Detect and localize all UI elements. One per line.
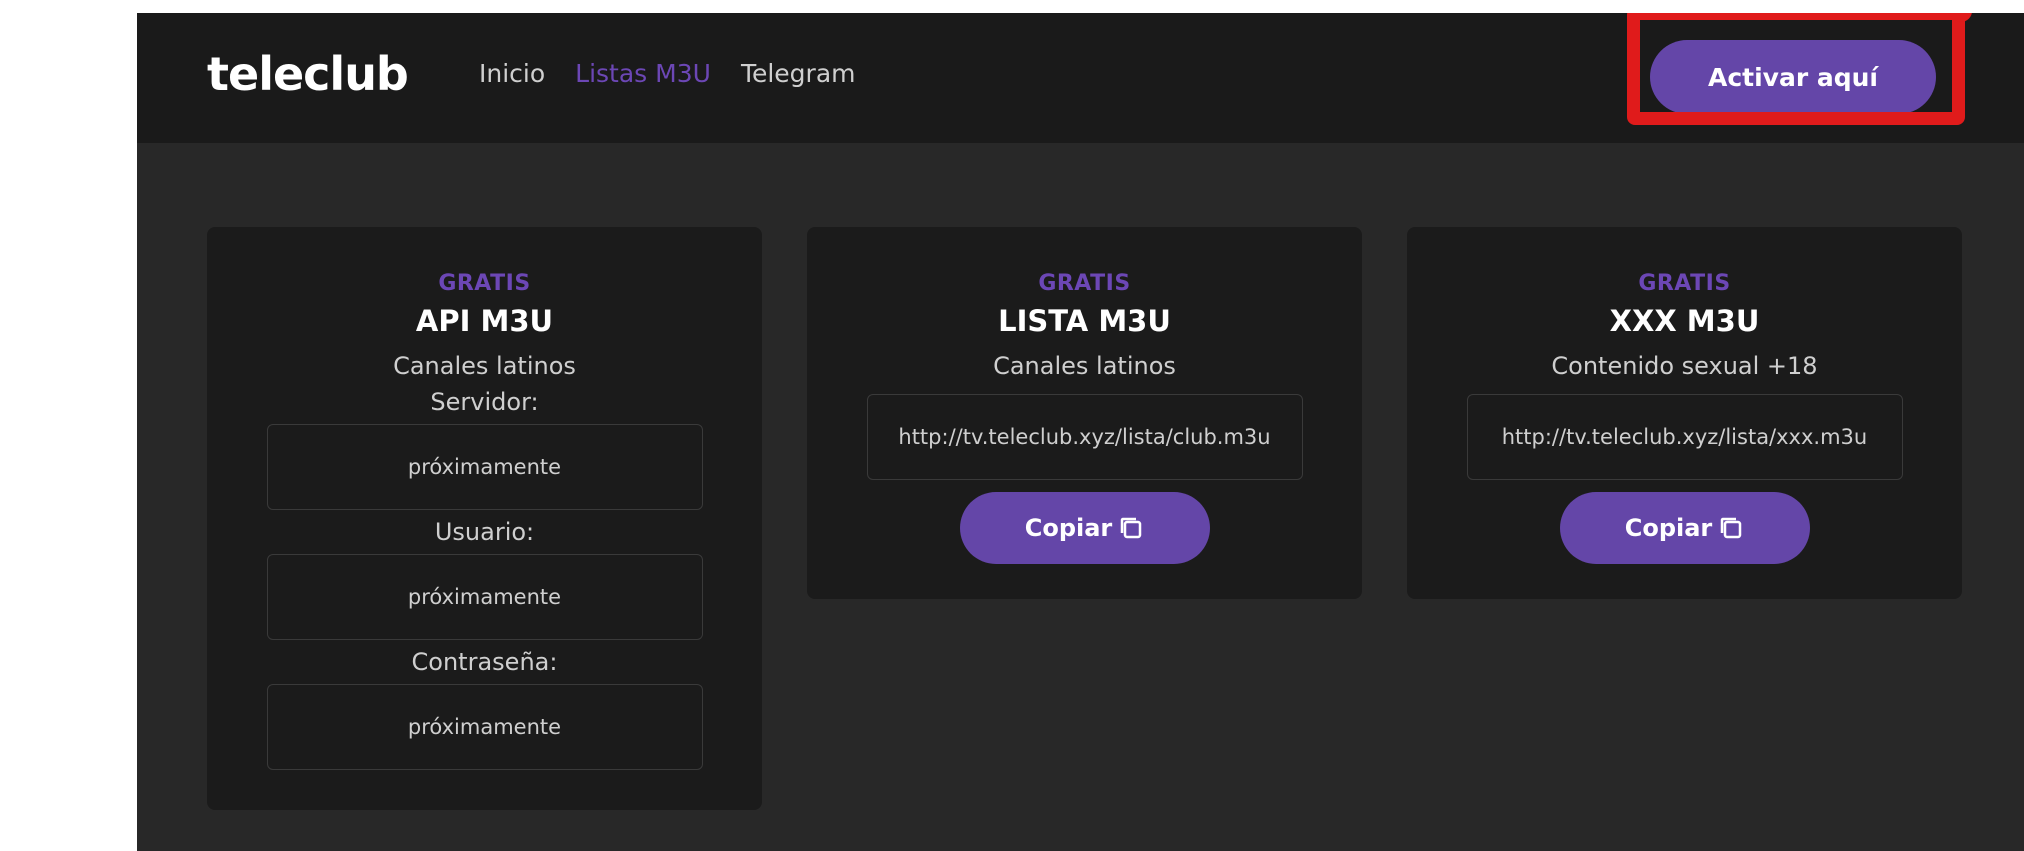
nav-link-listas-m3u[interactable]: Listas M3U [575, 59, 711, 88]
card-xxx-m3u: GRATIS XXX M3U Contenido sexual +18 http… [1407, 227, 1962, 599]
site-header: teleclub Inicio Listas M3U Telegram Acti… [137, 13, 2024, 143]
password-field[interactable]: próximamente [266, 684, 703, 770]
site-logo[interactable]: teleclub [207, 47, 409, 101]
activate-button[interactable]: Activar aquí [1650, 40, 1936, 114]
nav-link-telegram[interactable]: Telegram [741, 59, 856, 88]
copy-button-label: Copiar [1624, 514, 1713, 542]
card-subtitle: Canales latinos [993, 352, 1176, 380]
page: teleclub Inicio Listas M3U Telegram Acti… [137, 13, 2024, 851]
user-field[interactable]: próximamente [266, 554, 703, 640]
user-label: Usuario: [434, 518, 535, 546]
card-badge: GRATIS [438, 271, 531, 296]
url-field[interactable]: http://tv.teleclub.xyz/lista/xxx.m3u [1466, 394, 1903, 480]
card-badge: GRATIS [1638, 271, 1731, 296]
copy-button[interactable]: Copiar [959, 492, 1210, 564]
card-title: API M3U [415, 304, 554, 338]
card-api-m3u: GRATIS API M3U Canales latinos Servidor:… [207, 227, 762, 810]
card-lista-m3u: GRATIS LISTA M3U Canales latinos http://… [807, 227, 1362, 599]
card-badge: GRATIS [1038, 271, 1131, 296]
card-subtitle: Canales latinos [393, 352, 576, 380]
copy-icon [1118, 515, 1144, 541]
nav-link-inicio[interactable]: Inicio [479, 59, 545, 88]
main-nav: Inicio Listas M3U Telegram [479, 59, 856, 88]
copy-button[interactable]: Copiar [1559, 492, 1810, 564]
password-label: Contraseña: [411, 648, 558, 676]
url-field[interactable]: http://tv.teleclub.xyz/lista/club.m3u [866, 394, 1303, 480]
card-subtitle: Contenido sexual +18 [1551, 352, 1818, 380]
copy-button-label: Copiar [1024, 514, 1113, 542]
card-title: LISTA M3U [998, 304, 1171, 338]
server-field[interactable]: próximamente [266, 424, 703, 510]
copy-icon [1718, 515, 1744, 541]
server-label: Servidor: [430, 388, 539, 416]
card-title: XXX M3U [1609, 304, 1760, 338]
